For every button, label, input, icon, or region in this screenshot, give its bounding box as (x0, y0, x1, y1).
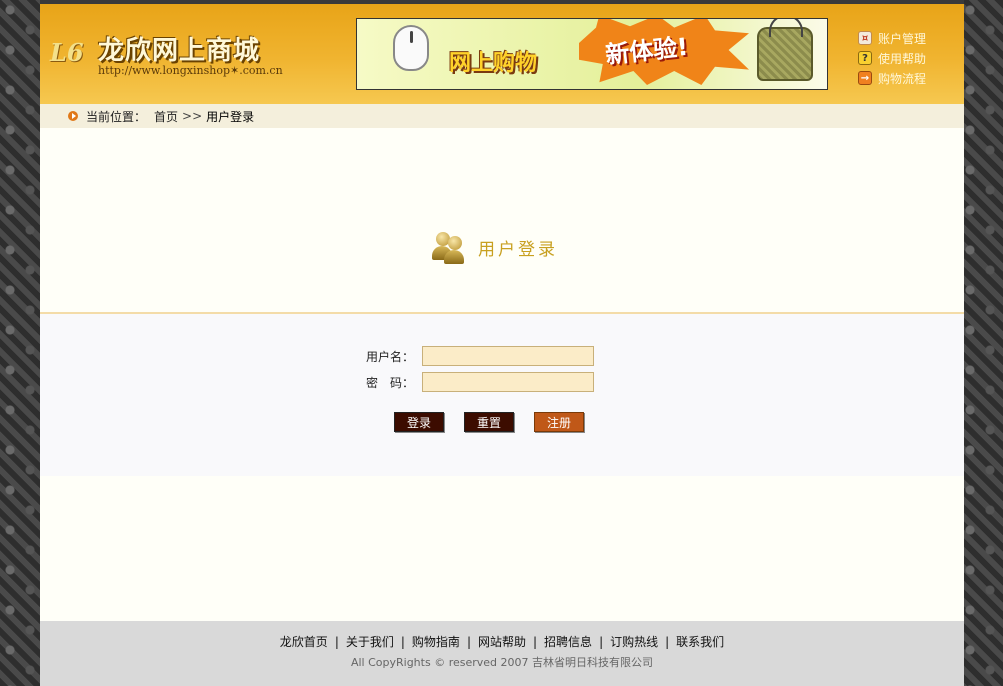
password-row: 密 码： (40, 372, 594, 392)
footer-link-about[interactable]: 关于我们 (346, 635, 394, 649)
banner-text-left: 网上购物 (449, 51, 538, 76)
arrow-bullet-icon (68, 111, 78, 121)
footer-separator: | (334, 635, 339, 649)
footer-separator: | (665, 635, 670, 649)
login-button[interactable]: 登录 (394, 412, 444, 432)
footer-link-help[interactable]: 网站帮助 (478, 635, 526, 649)
help-link-label: 使用帮助 (878, 51, 927, 66)
content-spacer (40, 476, 964, 622)
site-logo[interactable]: L6 龙欣网上商城 http://www.longxinshop✶.com.cn (50, 30, 310, 84)
page-container: L6 龙欣网上商城 http://www.longxinshop✶.com.cn… (40, 0, 964, 686)
header: L6 龙欣网上商城 http://www.longxinshop✶.com.cn… (40, 4, 964, 104)
username-label: 用户名： (365, 349, 414, 364)
top-links: ¤ 账户管理 ? 使用帮助 → 购物流程 (858, 28, 926, 88)
footer-separator: | (599, 635, 604, 649)
footer-link-jobs[interactable]: 招聘信息 (544, 635, 592, 649)
footer-link-hotline[interactable]: 订购热线 (610, 635, 658, 649)
promo-banner[interactable]: 网上购物 新体验! (356, 18, 828, 90)
footer-nav: 龙欣首页 | 关于我们 | 购物指南 | 网站帮助 | 招聘信息 | 订购热线 | 联系我们 (40, 633, 964, 650)
breadcrumb-home-link[interactable]: 首页 (154, 108, 178, 125)
breadcrumb: 当前位置： 首页 >> 用户登录 (40, 104, 964, 128)
footer: 龙欣首页 | 关于我们 | 购物指南 | 网站帮助 | 招聘信息 | 订购热线 | 联系我们 All C… (40, 621, 964, 686)
footer-link-guide[interactable]: 购物指南 (412, 635, 460, 649)
flow-icon: → (858, 71, 872, 85)
footer-separator: | (533, 635, 538, 649)
shopping-flow-link-label: 购物流程 (878, 71, 927, 86)
footer-link-contact[interactable]: 联系我们 (676, 635, 724, 649)
form-buttons: 登录 重置 注册 (394, 412, 604, 432)
reset-button[interactable]: 重置 (464, 412, 514, 432)
username-row: 用户名： (40, 346, 594, 366)
shopping-flow-link[interactable]: → 购物流程 (858, 68, 926, 88)
help-icon: ? (858, 51, 872, 65)
breadcrumb-label: 当前位置： (86, 109, 147, 124)
logo-url: http://www.longxinshop✶.com.cn (98, 64, 283, 77)
mouse-icon (393, 25, 429, 71)
login-title: 用户登录 (432, 230, 558, 264)
account-link-label: 账户管理 (878, 31, 927, 46)
logo-mark: L6 (50, 38, 84, 67)
users-icon (432, 230, 468, 264)
footer-link-home[interactable]: 龙欣首页 (280, 635, 328, 649)
password-label: 密 码： (365, 375, 414, 390)
username-input[interactable] (422, 346, 594, 366)
breadcrumb-separator: >> (182, 109, 203, 123)
logo-title: 龙欣网上商城 (98, 36, 261, 66)
help-link[interactable]: ? 使用帮助 (858, 48, 926, 68)
account-icon: ¤ (858, 31, 872, 45)
login-form: 用户名： 密 码： 登录 重置 注册 (40, 314, 964, 476)
footer-copyright: All CopyRights © reserved 2007 吉林省明日科技有限… (350, 656, 654, 669)
footer-separator: | (466, 635, 471, 649)
handbag-icon (757, 19, 813, 81)
register-button[interactable]: 注册 (534, 412, 584, 432)
footer-separator: | (400, 635, 405, 649)
breadcrumb-current: 用户登录 (206, 109, 255, 124)
password-input[interactable] (422, 372, 594, 392)
account-link[interactable]: ¤ 账户管理 (858, 28, 926, 48)
login-title-area: 用户登录 (40, 128, 964, 314)
login-title-text: 用户登录 (478, 239, 558, 260)
